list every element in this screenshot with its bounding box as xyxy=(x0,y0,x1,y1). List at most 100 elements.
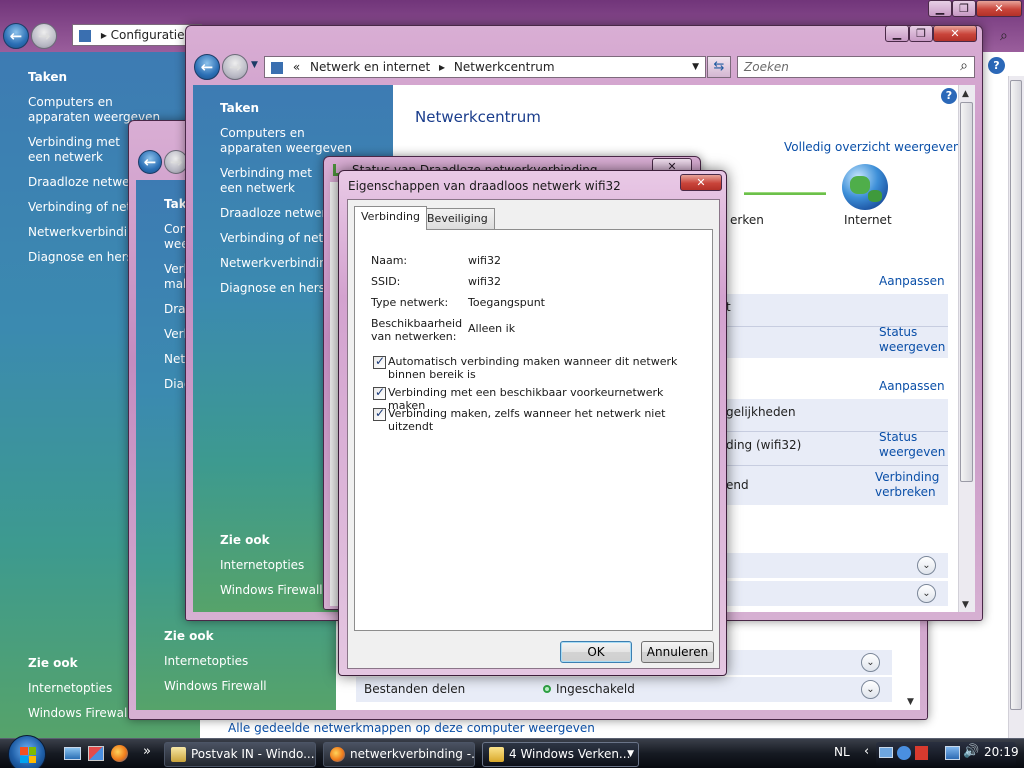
breadcrumb-network-internet[interactable]: Netwerk en internet xyxy=(310,60,430,74)
breadcrumb-network-center[interactable]: Netwerkcentrum xyxy=(454,60,555,74)
front-address-bar[interactable]: « Netwerk en internet ▸ Netwerkcentrum ▼ xyxy=(264,56,706,78)
language-indicator[interactable]: NL xyxy=(834,745,850,759)
show-desktop-icon[interactable] xyxy=(64,747,81,760)
status-link-1[interactable]: Status weergeven xyxy=(879,325,945,355)
globe-land xyxy=(868,190,882,202)
users-tray-icon[interactable] xyxy=(897,746,911,760)
front-nav-item-diagnose[interactable]: Diagnose en herstel xyxy=(220,281,324,297)
forward-button[interactable]: → xyxy=(31,23,57,49)
customize-link-2[interactable]: Aanpassen xyxy=(879,379,945,393)
auto-connect-checkbox[interactable] xyxy=(373,354,386,369)
ok-button[interactable]: OK xyxy=(560,641,632,663)
firefox-quicklaunch-icon[interactable] xyxy=(111,745,128,762)
mid-scroll-down-icon[interactable]: ▼ xyxy=(907,697,914,707)
close-button[interactable]: ✕ xyxy=(976,0,1022,17)
start-button[interactable] xyxy=(8,735,46,768)
breadcrumb-prefix[interactable]: « xyxy=(293,60,300,74)
windows-logo-icon xyxy=(20,747,36,763)
chevron-right-icon: ▸ xyxy=(100,28,111,42)
front-scroll-down-icon[interactable]: ▼ xyxy=(962,600,969,610)
maximize-button[interactable]: ❐ xyxy=(952,0,976,17)
front-scroll-up-icon[interactable]: ▲ xyxy=(962,89,969,99)
front-maximize-button[interactable]: ❐ xyxy=(909,25,933,42)
front-scrollbar-thumb[interactable] xyxy=(960,102,973,482)
chevron-down-icon[interactable]: ▼ xyxy=(627,743,634,766)
globe-icon[interactable] xyxy=(842,164,888,210)
quicklaunch-overflow-icon[interactable]: » xyxy=(143,744,151,759)
front-recent-pages-icon[interactable]: ▼ xyxy=(251,60,258,70)
network-tray-icon[interactable] xyxy=(945,746,960,760)
front-minimize-button[interactable]: ▁ xyxy=(885,25,909,42)
front-nav-item-devices[interactable]: Computers en apparaten weergeven xyxy=(220,126,370,156)
pdf-tray-icon[interactable] xyxy=(915,746,928,760)
tab-beveiliging[interactable]: Beveiliging xyxy=(420,208,495,229)
taskbar-item-explorer[interactable]: 4 Windows Verken... ▼ xyxy=(482,742,639,767)
minimize-button[interactable]: ▁ xyxy=(928,0,952,17)
hidden-network-checkbox[interactable] xyxy=(373,406,386,421)
address-bar[interactable]: ▸ Configuraties xyxy=(72,24,202,46)
expand-icon-1[interactable]: ⌄ xyxy=(917,556,936,575)
help-icon[interactable]: ? xyxy=(988,57,1005,74)
cancel-button[interactable]: Annuleren xyxy=(641,641,714,663)
auto-connect-label[interactable]: Automatisch verbinding maken wanneer dit… xyxy=(388,355,688,381)
status-link-1-line1: Status xyxy=(879,325,918,339)
back-nav-item-1[interactable]: Verbinding met een netwerk maken xyxy=(28,135,133,165)
back-nav-item-3[interactable]: Verbinding of netwerk instellen xyxy=(28,200,132,216)
front-help-icon[interactable]: ? xyxy=(941,88,957,104)
full-map-link[interactable]: Volledig overzicht weergeven xyxy=(784,140,961,154)
mid-nav-item-6[interactable]: Net xyxy=(164,352,185,366)
dialog-close-button[interactable]: ✕ xyxy=(680,174,722,191)
back-scrollbar-thumb[interactable] xyxy=(1010,80,1022,710)
tab-verbinding[interactable]: Verbinding xyxy=(354,206,427,230)
back-see-also-internetoptions[interactable]: Internetopties xyxy=(28,681,112,695)
front-nav-item-wireless[interactable]: Draadloze netwerken beheren xyxy=(220,206,324,222)
disconnect-link-line1: Verbinding xyxy=(875,470,940,484)
back-button[interactable]: ← xyxy=(3,23,29,49)
front-back-button[interactable]: ← xyxy=(194,54,220,80)
mid-see-also-firewall[interactable]: Windows Firewall xyxy=(164,679,267,693)
expand-icon-2[interactable]: ⌄ xyxy=(917,584,936,603)
mid-nav-item-0[interactable]: Con xyxy=(164,222,187,236)
front-see-also-firewall[interactable]: Windows Firewall xyxy=(220,583,323,597)
front-nav-item-setup[interactable]: Verbinding of netwerk instellen xyxy=(220,231,324,247)
search-placeholder: Zoeken xyxy=(744,60,789,74)
mid-see-also-internetoptions[interactable]: Internetopties xyxy=(164,654,248,668)
back-shared-folders-link[interactable]: Alle gedeelde netwerkmappen op deze comp… xyxy=(228,721,595,735)
back-nav-item-2[interactable]: Draadloze netwerken beheren xyxy=(28,175,132,191)
disconnect-link[interactable]: Verbinding verbreken xyxy=(875,470,939,500)
front-nav-item-connections[interactable]: Netwerkverbindingen beheren xyxy=(220,256,324,272)
mid-back-button[interactable]: ← xyxy=(138,150,162,174)
preferred-network-checkbox[interactable] xyxy=(373,385,386,400)
hidden-network-label[interactable]: Verbinding maken, zelfs wanneer het netw… xyxy=(388,407,708,433)
back-see-also-firewall[interactable]: Windows Firewall xyxy=(28,706,131,720)
taskbar-item-mail[interactable]: Postvak IN - Windo... xyxy=(164,742,316,767)
mid-expand-icon-2[interactable]: ⌄ xyxy=(861,680,880,699)
mid-expand-icon-1[interactable]: ⌄ xyxy=(861,653,880,672)
front-nav-item-connect[interactable]: Verbinding met een netwerk maken xyxy=(220,166,324,196)
refresh-icon[interactable]: ⇆ xyxy=(707,56,731,78)
chevron-down-icon[interactable]: ▼ xyxy=(692,57,699,77)
front-see-also-internetoptions[interactable]: Internetopties xyxy=(220,558,304,572)
ssid-label: SSID: xyxy=(371,275,401,288)
search-icon[interactable]: ⌕ xyxy=(1000,28,1008,44)
front-page-title: Netwerkcentrum xyxy=(415,108,541,126)
availability-label: Beschikbaarheid van netwerken: xyxy=(371,317,463,343)
clock[interactable]: 20:19 xyxy=(984,745,1019,759)
dialog-body: Verbinding Beveiliging Naam: wifi32 SSID… xyxy=(347,199,720,669)
status-link-2[interactable]: Status weergeven xyxy=(879,430,945,460)
monitor-tray-icon[interactable] xyxy=(879,747,893,758)
front-search-input[interactable]: Zoeken ⌕ xyxy=(737,56,975,78)
back-nav-item-4[interactable]: Netwerkverbindingen beheren xyxy=(28,225,132,241)
front-forward-button[interactable]: → xyxy=(222,54,248,80)
front-search-icon[interactable]: ⌕ xyxy=(960,56,968,76)
customize-link-1[interactable]: Aanpassen xyxy=(879,274,945,288)
switch-windows-icon[interactable] xyxy=(88,746,104,761)
chevron-right-icon[interactable]: ▸ xyxy=(439,60,445,74)
back-nav-item-5[interactable]: Diagnose en herstel xyxy=(28,250,132,266)
volume-tray-icon[interactable]: 🔊 xyxy=(963,744,979,759)
taskbar-item-firefox[interactable]: netwerkverbinding -... xyxy=(323,742,475,767)
back-see-also-heading: Zie ook xyxy=(28,656,78,670)
tray-expand-icon[interactable]: ‹ xyxy=(864,744,869,759)
front-close-button[interactable]: ✕ xyxy=(933,25,977,42)
network-type-value: Toegangspunt xyxy=(468,296,545,309)
